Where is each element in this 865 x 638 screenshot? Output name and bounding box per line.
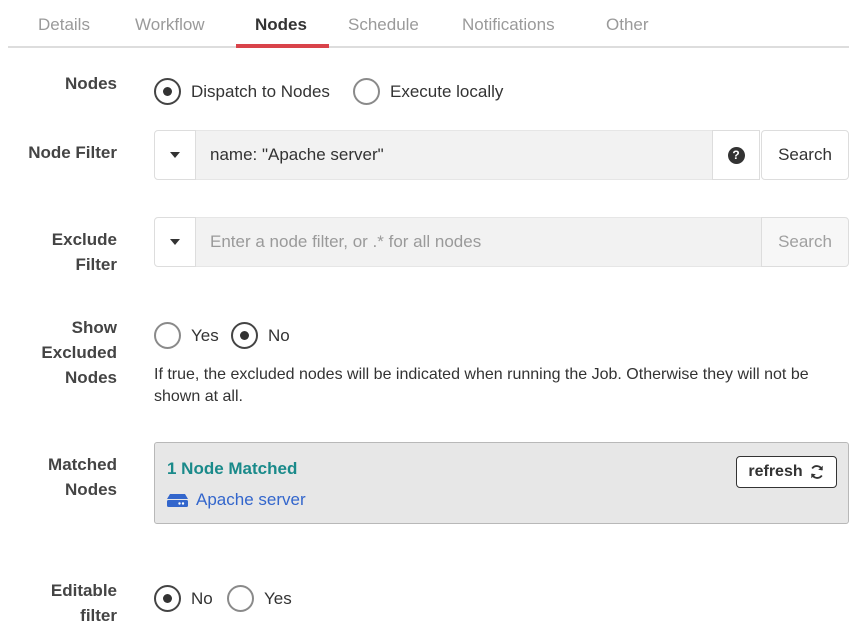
radio-checked-icon bbox=[154, 78, 181, 105]
nodes-label: Nodes bbox=[65, 74, 117, 93]
show-excluded-label-line1: Show bbox=[71, 318, 117, 337]
radio-editable-filter-no[interactable]: No bbox=[154, 585, 213, 612]
tab-notifications[interactable]: Notifications bbox=[462, 15, 555, 35]
node-filter-label: Node Filter bbox=[28, 143, 117, 162]
show-excluded-label: Show Excluded Nodes bbox=[41, 315, 117, 390]
editable-filter-label-line2: filter bbox=[80, 606, 117, 625]
radio-label: No bbox=[191, 588, 213, 608]
radio-unchecked-icon bbox=[227, 585, 254, 612]
editable-filter-label-line1: Editable bbox=[50, 581, 117, 600]
radio-label: Execute locally bbox=[390, 81, 504, 101]
radio-execute-locally[interactable]: Execute locally bbox=[353, 78, 503, 105]
question-circle-icon: ? bbox=[727, 146, 745, 164]
matched-nodes-label: Matched Nodes bbox=[48, 452, 117, 502]
exclude-filter-dropdown-button[interactable] bbox=[154, 217, 196, 267]
exclude-filter-group: Enter a node filter, or .* for all nodes… bbox=[154, 217, 849, 267]
exclude-filter-search-button[interactable]: Search bbox=[761, 217, 849, 267]
matched-node-link[interactable]: Apache server bbox=[167, 490, 306, 510]
show-excluded-label-line2: Excluded bbox=[41, 343, 117, 362]
radio-checked-icon bbox=[154, 585, 181, 612]
tab-nodes[interactable]: Nodes bbox=[255, 15, 307, 35]
radio-label: No bbox=[268, 325, 290, 345]
matched-nodes-panel: 1 Node Matched Apache server refresh bbox=[154, 442, 849, 524]
matched-count: 1 Node Matched bbox=[167, 459, 298, 478]
caret-down-icon bbox=[170, 239, 180, 245]
node-filter-search-button[interactable]: Search bbox=[761, 130, 849, 180]
refresh-label: refresh bbox=[748, 463, 803, 480]
exclude-filter-label-line2: Filter bbox=[75, 255, 117, 274]
tab-schedule[interactable]: Schedule bbox=[348, 15, 419, 35]
matched-node-name: Apache server bbox=[196, 490, 306, 509]
node-filter-dropdown-button[interactable] bbox=[154, 130, 196, 180]
radio-unchecked-icon bbox=[154, 322, 181, 349]
tab-bar: Details Workflow Nodes Schedule Notifica… bbox=[8, 0, 849, 48]
radio-label: Yes bbox=[264, 588, 292, 608]
tab-other[interactable]: Other bbox=[606, 15, 649, 35]
node-filter-input[interactable]: name: "Apache server" bbox=[196, 130, 712, 180]
editable-filter-label: Editable filter bbox=[51, 578, 117, 628]
exclude-filter-label-line1: Exclude bbox=[51, 230, 117, 249]
active-tab-indicator bbox=[236, 44, 329, 48]
tab-details[interactable]: Details bbox=[38, 15, 90, 35]
radio-dispatch-to-nodes[interactable]: Dispatch to Nodes bbox=[154, 78, 330, 105]
radio-checked-icon bbox=[231, 322, 258, 349]
node-filter-group: name: "Apache server" ? Search bbox=[154, 130, 849, 180]
exclude-filter-input[interactable]: Enter a node filter, or .* for all nodes bbox=[196, 217, 761, 267]
caret-down-icon bbox=[170, 152, 180, 158]
radio-unchecked-icon bbox=[353, 78, 380, 105]
show-excluded-help-text: If true, the excluded nodes will be indi… bbox=[154, 366, 809, 405]
radio-label: Dispatch to Nodes bbox=[191, 81, 330, 101]
server-icon bbox=[167, 494, 188, 507]
show-excluded-label-line3: Nodes bbox=[65, 368, 117, 387]
node-filter-help-button[interactable]: ? bbox=[712, 130, 760, 180]
radio-editable-filter-yes[interactable]: Yes bbox=[227, 585, 292, 612]
matched-nodes-label-line2: Nodes bbox=[65, 480, 117, 499]
radio-show-excluded-yes[interactable]: Yes bbox=[154, 322, 219, 349]
refresh-icon bbox=[810, 465, 823, 479]
exclude-filter-label: Exclude Filter bbox=[52, 227, 117, 277]
tab-workflow[interactable]: Workflow bbox=[135, 15, 205, 35]
matched-nodes-label-line1: Matched bbox=[48, 455, 117, 474]
refresh-button[interactable]: refresh bbox=[736, 456, 837, 488]
radio-label: Yes bbox=[191, 325, 219, 345]
radio-show-excluded-no[interactable]: No bbox=[231, 322, 290, 349]
